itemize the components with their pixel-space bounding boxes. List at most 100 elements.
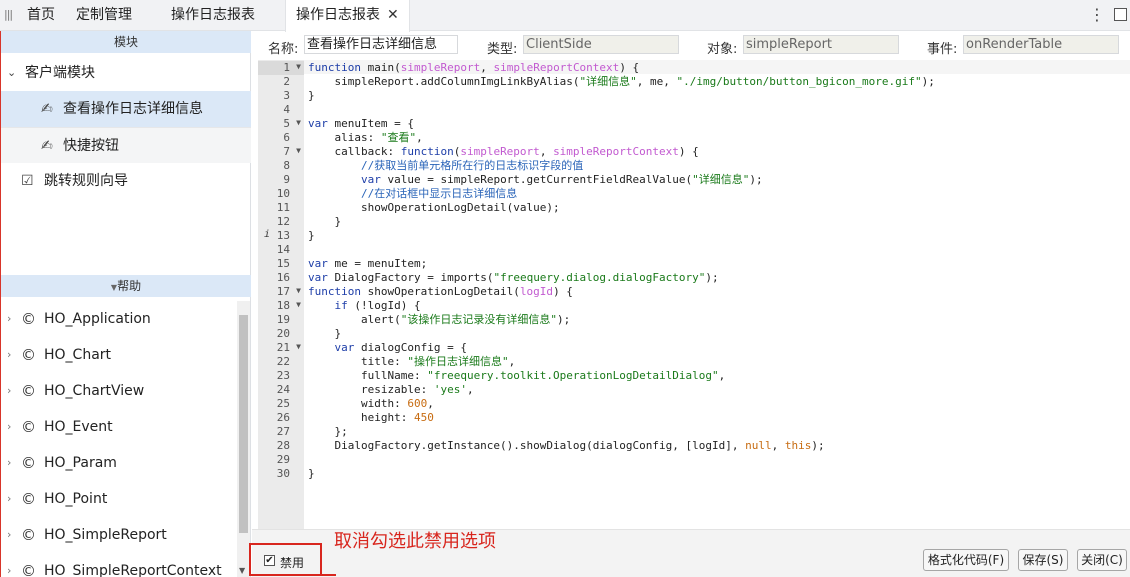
disable-checkbox[interactable]: ✔ bbox=[264, 555, 275, 566]
fold-arrow-icon[interactable]: ▼ bbox=[296, 146, 301, 155]
class-icon: © bbox=[21, 454, 36, 472]
chevron-right-icon[interactable]: › bbox=[7, 553, 11, 577]
code-line[interactable]: var menuItem = { bbox=[308, 117, 414, 131]
line-number-text: 19 bbox=[276, 313, 290, 326]
line-number: 28 bbox=[258, 439, 304, 453]
line-number: 10 bbox=[258, 187, 304, 201]
help-item-ho-chartview[interactable]: › © HO_ChartView bbox=[1, 373, 237, 409]
code-line[interactable]: var value = simpleReport.getCurrentField… bbox=[308, 173, 763, 187]
chevron-right-icon[interactable]: › bbox=[7, 517, 11, 553]
code-line[interactable]: } bbox=[308, 215, 341, 229]
line-number-text: 28 bbox=[276, 439, 290, 452]
scroll-down-icon[interactable]: ▼ bbox=[239, 566, 245, 575]
chevron-down-icon[interactable]: ⌄ bbox=[7, 55, 16, 91]
tree-item-redirect-wizard[interactable]: ☑ 跳转规则向导 bbox=[1, 163, 251, 199]
save-button[interactable]: 保存(S) bbox=[1018, 549, 1068, 571]
drag-grip-icon[interactable]: ||| bbox=[4, 8, 13, 21]
help-item-ho-simplereportcontext[interactable]: › © HO_SimpleReportContext bbox=[1, 553, 237, 577]
code-line[interactable]: resizable: 'yes', bbox=[308, 383, 474, 397]
maximize-icon[interactable] bbox=[1114, 8, 1127, 21]
code-line[interactable]: var me = menuItem; bbox=[308, 257, 427, 271]
help-panel-header[interactable]: ▼帮助 bbox=[1, 275, 251, 297]
script-edit-icon: ✍ bbox=[41, 138, 53, 154]
code-line[interactable]: simpleReport.addColumnImgLinkByAlias("详细… bbox=[308, 75, 934, 89]
line-number: 2 bbox=[258, 75, 304, 89]
fold-arrow-icon[interactable]: ▼ bbox=[296, 62, 301, 71]
help-item-ho-param[interactable]: › © HO_Param bbox=[1, 445, 237, 481]
code-line[interactable]: alias: "查看", bbox=[308, 131, 422, 145]
line-number: 19 bbox=[258, 313, 304, 327]
tree-item-label: 查看操作日志详细信息 bbox=[63, 101, 203, 117]
chevron-right-icon[interactable]: › bbox=[7, 481, 11, 517]
code-line[interactable]: } bbox=[308, 327, 341, 341]
class-icon: © bbox=[21, 310, 36, 328]
line-number: 3 bbox=[258, 89, 304, 103]
code-line[interactable]: var DialogFactory = imports("freequery.d… bbox=[308, 271, 719, 285]
help-item-ho-chart[interactable]: › © HO_Chart bbox=[1, 337, 237, 373]
help-list: › © HO_Application › © HO_Chart › © HO_ChartVi… bbox=[1, 301, 237, 577]
scrollbar-thumb[interactable] bbox=[239, 315, 248, 533]
help-item-ho-simplereport[interactable]: › © HO_SimpleReport bbox=[1, 517, 237, 553]
help-item-ho-event[interactable]: › © HO_Event bbox=[1, 409, 237, 445]
format-code-button[interactable]: 格式化代码(F) bbox=[923, 549, 1009, 571]
code-line[interactable]: } bbox=[308, 229, 315, 243]
chevron-right-icon[interactable]: › bbox=[7, 301, 11, 337]
help-item-ho-application[interactable]: › © HO_Application bbox=[1, 301, 237, 337]
line-number-text: 13 bbox=[276, 229, 290, 242]
code-line[interactable]: height: 450 bbox=[308, 411, 434, 425]
chevron-right-icon[interactable]: › bbox=[7, 445, 11, 481]
code-line[interactable]: DialogFactory.getInstance().showDialog(d… bbox=[308, 439, 824, 453]
fold-arrow-icon[interactable]: ▼ bbox=[296, 300, 301, 309]
line-number: 30 bbox=[258, 467, 304, 481]
fold-arrow-icon[interactable]: ▼ bbox=[296, 286, 301, 295]
line-number-text: 29 bbox=[276, 453, 290, 466]
tree-item-shortcut[interactable]: ✍ 快捷按钮 bbox=[1, 127, 251, 163]
fold-arrow-icon[interactable]: ▼ bbox=[296, 118, 301, 127]
line-number: 5 ▼ bbox=[258, 117, 304, 131]
tab-home[interactable]: 首页 bbox=[27, 0, 55, 31]
code-line[interactable]: width: 600, bbox=[308, 397, 434, 411]
name-field[interactable]: 查看操作日志详细信息 bbox=[304, 35, 458, 54]
help-item-ho-point[interactable]: › © HO_Point bbox=[1, 481, 237, 517]
disable-checkbox-label: 禁用 bbox=[280, 556, 305, 570]
tree-item-client-module[interactable]: ⌄ 客户端模块 bbox=[1, 55, 251, 91]
tab-operation-log-report-active[interactable]: 操作日志报表 ✕ bbox=[285, 0, 410, 32]
line-number: 13 i bbox=[258, 229, 304, 243]
tab-operation-log-report[interactable]: 操作日志报表 bbox=[171, 0, 255, 31]
more-vertical-icon[interactable]: ⋮ bbox=[1089, 5, 1105, 24]
code-line[interactable]: function main(simpleReport, simpleReport… bbox=[308, 61, 639, 75]
chevron-right-icon[interactable]: › bbox=[7, 373, 11, 409]
code-editor[interactable]: 1 ▼ 2 3 4 5 ▼ 6 7 ▼ 8 9 10 11 12 13 i 14 15 16 17 ▼ 18 ▼ 19 20 21 ▼… bbox=[258, 60, 1130, 529]
code-line[interactable]: if (!logId) { bbox=[308, 299, 421, 313]
tree-item-view-log-detail[interactable]: ✍ 查看操作日志详细信息 bbox=[1, 91, 251, 127]
code-line[interactable]: callback: function(simpleReport, simpleR… bbox=[308, 145, 698, 159]
code-line[interactable]: alert("该操作日志记录没有详细信息"); bbox=[308, 313, 570, 327]
close-button[interactable]: 关闭(C) bbox=[1077, 549, 1127, 571]
line-number: 9 bbox=[258, 173, 304, 187]
line-number: 27 bbox=[258, 425, 304, 439]
code-line[interactable]: }; bbox=[308, 425, 347, 439]
class-icon: © bbox=[21, 418, 36, 436]
code-line[interactable]: var dialogConfig = { bbox=[308, 341, 467, 355]
chevron-right-icon[interactable]: › bbox=[7, 337, 11, 373]
code-line[interactable]: //获取当前单元格所在行的日志标识字段的值 bbox=[308, 159, 583, 173]
help-scrollbar[interactable]: ▼ bbox=[237, 301, 250, 577]
code-line[interactable]: } bbox=[308, 89, 315, 103]
code-line[interactable]: //在对话框中显示日志详细信息 bbox=[308, 187, 517, 201]
line-number-text: 7 bbox=[283, 145, 290, 158]
help-item-label: HO_Event bbox=[44, 419, 113, 435]
code-line[interactable]: showOperationLogDetail(value); bbox=[308, 201, 560, 215]
code-line[interactable]: } bbox=[308, 467, 315, 481]
help-item-label: HO_SimpleReport bbox=[44, 527, 167, 543]
chevron-right-icon[interactable]: › bbox=[7, 409, 11, 445]
tab-custom-management[interactable]: 定制管理 bbox=[76, 0, 132, 31]
close-icon[interactable]: ✕ bbox=[387, 0, 399, 31]
code-line[interactable]: title: "操作日志详细信息", bbox=[308, 355, 515, 369]
fold-arrow-icon[interactable]: ▼ bbox=[296, 342, 301, 351]
code-line[interactable]: fullName: "freequery.toolkit.OperationLo… bbox=[308, 369, 725, 383]
tree-item-label: 跳转规则向导 bbox=[44, 173, 128, 189]
module-panel-header: 模块 bbox=[1, 31, 251, 53]
line-number-text: 15 bbox=[276, 257, 290, 270]
code-line[interactable]: function showOperationLogDetail(logId) { bbox=[308, 285, 573, 299]
line-number-text: 18 bbox=[276, 299, 290, 312]
